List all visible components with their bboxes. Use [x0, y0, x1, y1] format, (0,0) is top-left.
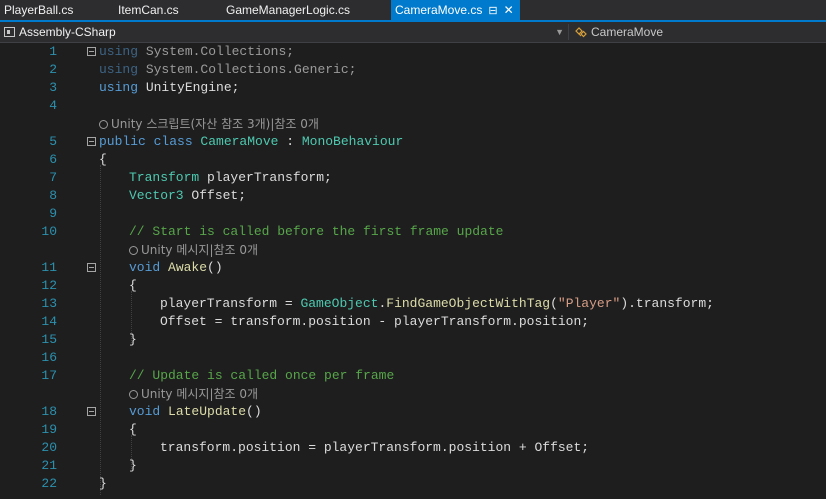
collapse-icon[interactable]	[87, 407, 96, 416]
project-dropdown[interactable]: Assembly-CSharp ▼	[0, 22, 568, 42]
tab-cameramove[interactable]: CameraMove.cs ⊟ ✕	[391, 0, 520, 20]
codelens-references[interactable]: Unity 스크립트(자산 참조 3개)|참조 0개	[99, 115, 319, 133]
code-line: 3 using UnityEngine;	[0, 79, 826, 97]
line-number: 21	[41, 458, 57, 473]
code-text: Vector3 Offset;	[129, 188, 247, 203]
code-line: 14 Offset = transform.position - playerT…	[0, 313, 826, 331]
code-line: 1 using System.Collections;	[0, 43, 826, 61]
project-name: Assembly-CSharp	[19, 25, 116, 39]
codelens-row: Unity 메시지|참조 0개	[0, 241, 826, 259]
code-line: 12 {	[0, 277, 826, 295]
code-text: using UnityEngine;	[99, 80, 240, 95]
navigation-bar: Assembly-CSharp ▼ CameraMove	[0, 22, 826, 43]
line-number: 3	[49, 80, 57, 95]
code-line: 22 }	[0, 475, 826, 493]
code-text: playerTransform = GameObject.FindGameObj…	[160, 296, 714, 311]
tab-label: GameManagerLogic.cs	[226, 3, 351, 17]
code-editor[interactable]: 1 using System.Collections; 2 using Syst…	[0, 43, 826, 499]
code-text: }	[129, 458, 137, 473]
code-text: }	[129, 332, 137, 347]
code-text: void LateUpdate()	[129, 404, 262, 419]
code-text: Transform playerTransform;	[129, 170, 332, 185]
code-text: {	[99, 152, 107, 167]
line-number: 22	[41, 476, 57, 491]
code-line: 10 // Start is called before the first f…	[0, 223, 826, 241]
pin-icon[interactable]: ⊟	[488, 1, 497, 21]
line-number: 4	[49, 98, 57, 113]
codelens-row: Unity 스크립트(자산 참조 3개)|참조 0개	[0, 115, 826, 133]
line-number: 20	[41, 440, 57, 455]
code-comment: // Update is called once per frame	[129, 368, 395, 383]
tab-label: PlayerBall.cs	[4, 3, 74, 17]
code-line: 5 public class CameraMove : MonoBehaviou…	[0, 133, 826, 151]
code-text: transform.position = playerTransform.pos…	[160, 440, 590, 455]
close-icon[interactable]: ✕	[504, 0, 514, 20]
code-text: public class CameraMove : MonoBehaviour	[99, 134, 404, 149]
csharp-project-icon	[4, 27, 15, 37]
chevron-down-icon: ▼	[555, 27, 564, 37]
codelens-references[interactable]: Unity 메시지|참조 0개	[129, 385, 258, 403]
collapse-icon[interactable]	[87, 47, 96, 56]
code-line: 11 void Awake()	[0, 259, 826, 277]
line-number: 17	[41, 368, 57, 383]
tab-playerball[interactable]: PlayerBall.cs	[4, 0, 73, 20]
code-line: 4	[0, 97, 826, 115]
code-text: Offset = transform.position - playerTran…	[160, 314, 590, 329]
line-number: 19	[41, 422, 57, 437]
tab-gamemanagerlogic[interactable]: GameManagerLogic.cs	[226, 0, 350, 20]
code-line: 6 {	[0, 151, 826, 169]
code-comment: // Start is called before the first fram…	[129, 224, 504, 239]
member-name: CameraMove	[591, 25, 664, 39]
tab-label: CameraMove.cs	[395, 3, 483, 17]
class-icon	[575, 27, 587, 38]
code-line: 21 }	[0, 457, 826, 475]
line-number: 7	[49, 170, 57, 185]
document-tab-bar: PlayerBall.cs ItemCan.cs GameManagerLogi…	[0, 0, 826, 22]
unity-icon	[129, 246, 138, 255]
code-line: 20 transform.position = playerTransform.…	[0, 439, 826, 457]
code-line: 16	[0, 349, 826, 367]
line-number: 10	[41, 224, 57, 239]
line-number: 5	[49, 134, 57, 149]
line-number: 14	[41, 314, 57, 329]
unity-icon	[99, 120, 108, 129]
code-text: {	[129, 422, 137, 437]
code-line: 9	[0, 205, 826, 223]
line-number: 15	[41, 332, 57, 347]
code-line: 8 Vector3 Offset;	[0, 187, 826, 205]
tab-label: ItemCan.cs	[118, 3, 179, 17]
line-number: 12	[41, 278, 57, 293]
code-text: using System.Collections;	[99, 44, 295, 59]
line-number: 11	[41, 260, 57, 275]
code-text: {	[129, 278, 137, 293]
line-number: 1	[49, 44, 57, 59]
line-number: 2	[49, 62, 57, 77]
code-line: 18 void LateUpdate()	[0, 403, 826, 421]
code-line: 15 }	[0, 331, 826, 349]
line-number: 18	[41, 404, 57, 419]
line-number: 9	[49, 206, 57, 221]
codelens-references[interactable]: Unity 메시지|참조 0개	[129, 241, 258, 259]
code-text: using System.Collections.Generic;	[99, 62, 357, 77]
unity-icon	[129, 390, 138, 399]
member-dropdown[interactable]: CameraMove	[572, 22, 826, 42]
code-line: 19 {	[0, 421, 826, 439]
divider	[568, 24, 569, 40]
code-line: 13 playerTransform = GameObject.FindGame…	[0, 295, 826, 313]
line-number: 13	[41, 296, 57, 311]
line-number: 6	[49, 152, 57, 167]
code-text: }	[99, 476, 107, 491]
code-line: 2 using System.Collections.Generic;	[0, 61, 826, 79]
codelens-row: Unity 메시지|참조 0개	[0, 385, 826, 403]
line-number: 8	[49, 188, 57, 203]
collapse-icon[interactable]	[87, 137, 96, 146]
line-number: 16	[41, 350, 57, 365]
code-text: void Awake()	[129, 260, 223, 275]
code-line: 17 // Update is called once per frame	[0, 367, 826, 385]
tab-itemcan[interactable]: ItemCan.cs	[118, 0, 179, 20]
code-line: 7 Transform playerTransform;	[0, 169, 826, 187]
collapse-icon[interactable]	[87, 263, 96, 272]
